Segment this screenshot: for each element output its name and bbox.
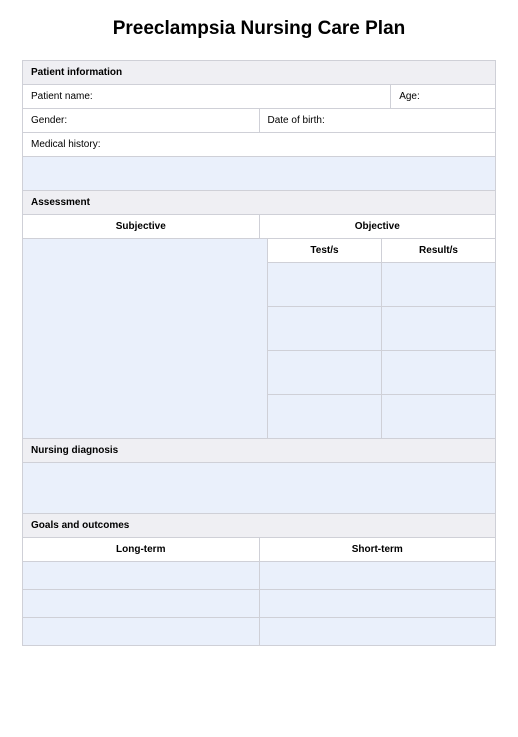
diagnosis-header: Nursing diagnosis bbox=[22, 438, 496, 462]
objective-header: Objective bbox=[260, 214, 497, 239]
test-input-4[interactable] bbox=[268, 395, 382, 439]
subjective-header: Subjective bbox=[22, 214, 260, 239]
diagnosis-input[interactable] bbox=[22, 462, 496, 514]
longterm-input-2[interactable] bbox=[22, 590, 260, 618]
goals-header: Goals and outcomes bbox=[22, 513, 496, 537]
result-input-4[interactable] bbox=[382, 395, 496, 439]
result-input-2[interactable] bbox=[382, 307, 496, 351]
shortterm-input-1[interactable] bbox=[260, 562, 497, 590]
test-input-3[interactable] bbox=[268, 351, 382, 395]
shortterm-header: Short-term bbox=[260, 537, 497, 562]
longterm-input-1[interactable] bbox=[22, 562, 260, 590]
result-input-3[interactable] bbox=[382, 351, 496, 395]
longterm-header: Long-term bbox=[22, 537, 260, 562]
shortterm-input-3[interactable] bbox=[260, 618, 497, 646]
medical-history-input[interactable] bbox=[22, 157, 496, 191]
result-input-1[interactable] bbox=[382, 263, 496, 307]
longterm-input-3[interactable] bbox=[22, 618, 260, 646]
dob-field[interactable]: Date of birth: bbox=[260, 109, 497, 133]
results-header: Result/s bbox=[382, 239, 496, 263]
subjective-input[interactable] bbox=[22, 239, 268, 439]
shortterm-input-2[interactable] bbox=[260, 590, 497, 618]
gender-field[interactable]: Gender: bbox=[22, 109, 260, 133]
test-input-1[interactable] bbox=[268, 263, 382, 307]
patient-info-header: Patient information bbox=[22, 60, 496, 84]
medical-history-label: Medical history: bbox=[22, 133, 496, 157]
page-title: Preeclampsia Nursing Care Plan bbox=[22, 18, 496, 40]
patient-name-field[interactable]: Patient name: bbox=[22, 84, 391, 109]
test-input-2[interactable] bbox=[268, 307, 382, 351]
age-field[interactable]: Age: bbox=[391, 84, 496, 109]
assessment-header: Assessment bbox=[22, 190, 496, 214]
tests-header: Test/s bbox=[268, 239, 382, 263]
